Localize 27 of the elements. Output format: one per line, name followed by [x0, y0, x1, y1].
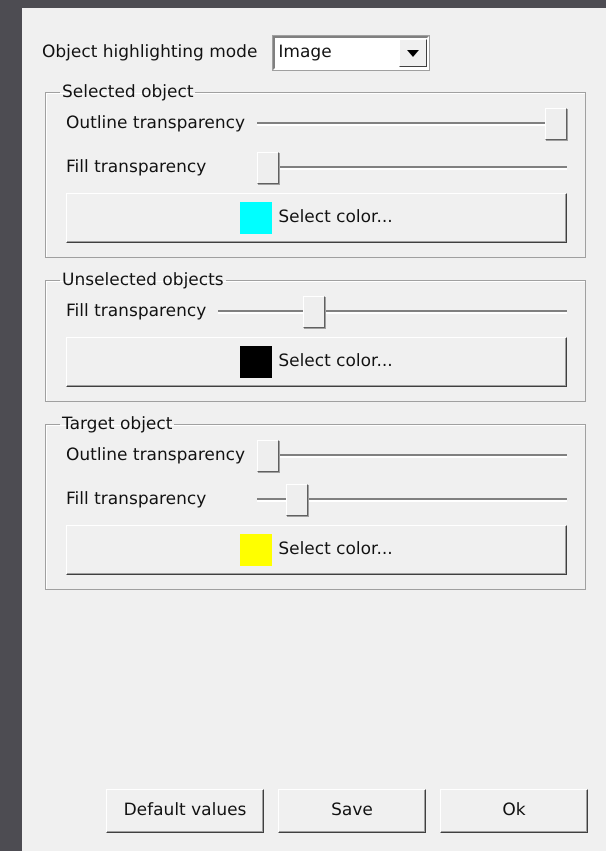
- slider-label: Fill transparency: [66, 300, 206, 324]
- slider-track[interactable]: [257, 149, 567, 187]
- slider-track[interactable]: [257, 105, 567, 143]
- group-title: Selected object: [61, 84, 194, 101]
- slider-track[interactable]: [257, 437, 567, 475]
- select-color-button[interactable]: Select color...: [66, 193, 567, 243]
- mode-label: Object highlighting mode: [42, 41, 258, 64]
- dialog-button[interactable]: Save: [278, 789, 426, 833]
- dialog-button[interactable]: Default values: [106, 789, 264, 833]
- slider-thumb[interactable]: [257, 440, 280, 472]
- slider-track[interactable]: [257, 481, 567, 519]
- dialog-button[interactable]: Ok: [440, 789, 588, 833]
- group-title: Target object: [61, 416, 174, 433]
- dropdown-arrow-icon: [407, 50, 420, 56]
- slider-thumb[interactable]: [286, 484, 308, 516]
- slider-label: Outline transparency: [66, 112, 246, 136]
- group-title: Unselected objects: [61, 272, 225, 289]
- select-color-button[interactable]: Select color...: [66, 337, 567, 387]
- slider-thumb[interactable]: [545, 108, 567, 140]
- slider-label: Outline transparency: [66, 444, 246, 468]
- slider-thumb[interactable]: [257, 152, 280, 184]
- slider-thumb[interactable]: [303, 296, 326, 328]
- slider-label: Fill transparency: [66, 156, 208, 180]
- slider-track[interactable]: [218, 293, 567, 331]
- slider-label: Fill transparency: [66, 488, 208, 512]
- mode-dropdown[interactable]: Image: [273, 36, 430, 70]
- select-color-button[interactable]: Select color...: [66, 525, 567, 575]
